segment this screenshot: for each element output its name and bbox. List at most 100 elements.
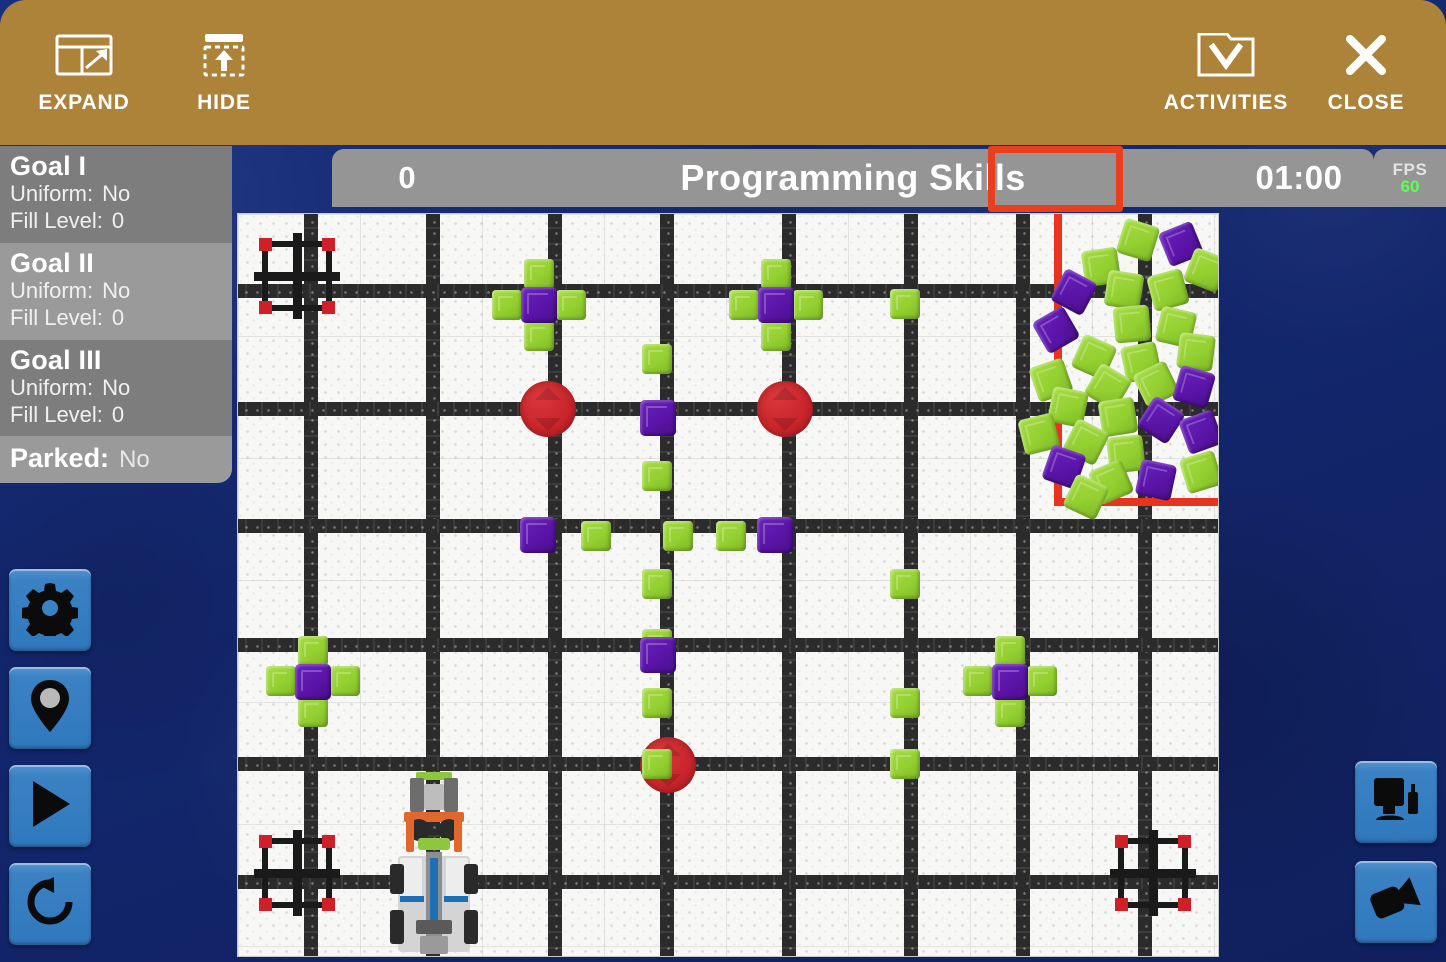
field-cube-green xyxy=(524,259,554,289)
play-button[interactable] xyxy=(9,765,91,847)
fps-value: 60 xyxy=(1400,177,1420,196)
goal-uniform-value: No xyxy=(102,181,131,207)
field-cube-green xyxy=(330,666,360,696)
field-cube-green xyxy=(716,521,746,551)
field-cube-purple xyxy=(992,664,1028,700)
red-disc xyxy=(520,381,576,437)
gear-icon xyxy=(21,580,79,642)
field-cube-green xyxy=(298,636,328,666)
goal-uniform-line: Uniform: No xyxy=(10,278,222,305)
field-cube-green xyxy=(761,259,791,289)
field-cube-green xyxy=(492,290,522,320)
field-cube-green xyxy=(663,521,693,551)
goal-fill-label: Fill Level: xyxy=(10,304,103,330)
settings-button[interactable] xyxy=(9,569,91,651)
playing-field[interactable] xyxy=(238,214,1218,956)
activities-button-label: ACTIVITIES xyxy=(1163,91,1289,114)
goal-status-row: Goal II Uniform: No Fill Level: 0 xyxy=(0,242,232,340)
simulator-window: EXPAND HIDE ACTIVITIES CLOSE 0 Programmi… xyxy=(0,0,1446,962)
field-cube-purple xyxy=(295,664,331,700)
expand-window-icon xyxy=(55,30,113,80)
hide-panel-icon xyxy=(201,30,247,80)
field-cube-green xyxy=(890,688,920,718)
field-cube-green xyxy=(995,636,1025,666)
hide-button[interactable]: HIDE xyxy=(154,0,294,145)
goal-fill-label: Fill Level: xyxy=(10,207,103,233)
goal-structure xyxy=(254,233,340,319)
goal-uniform-line: Uniform: No xyxy=(10,375,222,402)
goal-uniform-label: Uniform: xyxy=(10,277,94,303)
field-cube-green xyxy=(642,461,672,491)
goal-fill-label: Fill Level: xyxy=(10,401,103,427)
location-pin-icon xyxy=(28,678,72,739)
goal-fill-value: 0 xyxy=(111,304,125,330)
goal-fill-value: 0 xyxy=(111,207,125,233)
goal-uniform-value: No xyxy=(102,374,131,400)
close-x-icon xyxy=(1344,30,1388,80)
grid-line-horizontal xyxy=(238,875,1218,889)
close-button-label: CLOSE xyxy=(1327,91,1405,114)
field-cube-green xyxy=(963,666,993,696)
reload-icon xyxy=(24,876,76,933)
field-cube-green xyxy=(642,688,672,718)
red-disc xyxy=(757,381,813,437)
grid-line-horizontal xyxy=(238,638,1218,652)
field-cube-green xyxy=(793,290,823,320)
goal-fill-line: Fill Level: 0 xyxy=(10,402,222,429)
activities-button[interactable]: ACTIVITIES xyxy=(1156,0,1296,145)
match-timer: 01:00 xyxy=(1255,159,1343,196)
field-cube-green xyxy=(556,290,586,320)
ev3-robot[interactable] xyxy=(386,770,482,956)
reset-button[interactable] xyxy=(9,863,91,945)
parked-value: No xyxy=(119,446,150,474)
match-header-bar: 0 Programming Skills 01:00 xyxy=(332,149,1374,207)
page-title: Programming Skills xyxy=(680,157,1026,198)
hide-button-label: HIDE xyxy=(197,91,251,114)
goal-uniform-line: Uniform: No xyxy=(10,181,222,208)
play-icon xyxy=(26,778,74,835)
field-cube-green xyxy=(890,289,920,319)
camera-view-button[interactable] xyxy=(1355,861,1437,943)
expand-button[interactable]: EXPAND xyxy=(14,0,154,145)
parked-label: Parked: xyxy=(10,443,110,474)
goal-structure xyxy=(254,830,340,916)
goal-name: Goal I xyxy=(10,151,87,181)
goal-uniform-label: Uniform: xyxy=(10,181,94,207)
field-cube-green xyxy=(729,290,759,320)
field-cube-purple xyxy=(521,287,557,323)
camera-icon xyxy=(1369,874,1423,931)
field-cube-green xyxy=(524,321,554,351)
field-cube-purple xyxy=(757,517,793,553)
field-cube-purple xyxy=(640,637,676,673)
activities-folder-icon xyxy=(1197,30,1255,80)
goal-fill-line: Fill Level: 0 xyxy=(10,305,222,332)
goal-name: Goal II xyxy=(10,247,94,278)
waypoint-button[interactable] xyxy=(9,667,91,749)
expand-button-label: EXPAND xyxy=(38,91,130,114)
goal-fill-value: 0 xyxy=(111,401,125,427)
field-cube-purple xyxy=(520,517,556,553)
field-cube-green xyxy=(642,749,672,779)
field-cube-purple xyxy=(640,400,676,436)
goal-status-row: Goal I Uniform: No Fill Level: 0 xyxy=(0,146,232,243)
field-cube-purple xyxy=(758,287,794,323)
timer-container[interactable]: 01:00 xyxy=(1224,159,1374,197)
field-cube-green xyxy=(761,321,791,351)
field-cube-green xyxy=(1027,666,1057,696)
field-cube-green xyxy=(890,749,920,779)
goal-status-row: Goal III Uniform: No Fill Level: 0 xyxy=(0,339,232,437)
field-cube-green xyxy=(890,569,920,599)
field-cube-green xyxy=(581,521,611,551)
display-view-button[interactable] xyxy=(1355,761,1437,843)
parked-status-row: Parked: No xyxy=(0,436,232,484)
top-toolbar: EXPAND HIDE ACTIVITIES CLOSE xyxy=(0,0,1446,145)
goal-name: Goal III xyxy=(10,344,102,375)
goal-structure xyxy=(1110,830,1196,916)
field-cube-green xyxy=(642,569,672,599)
score-value: 0 xyxy=(398,160,416,195)
close-button[interactable]: CLOSE xyxy=(1296,0,1436,145)
goal-fill-line: Fill Level: 0 xyxy=(10,208,222,235)
monitor-icon xyxy=(1370,774,1422,831)
goal-uniform-value: No xyxy=(102,277,131,303)
field-cube-green xyxy=(642,344,672,374)
